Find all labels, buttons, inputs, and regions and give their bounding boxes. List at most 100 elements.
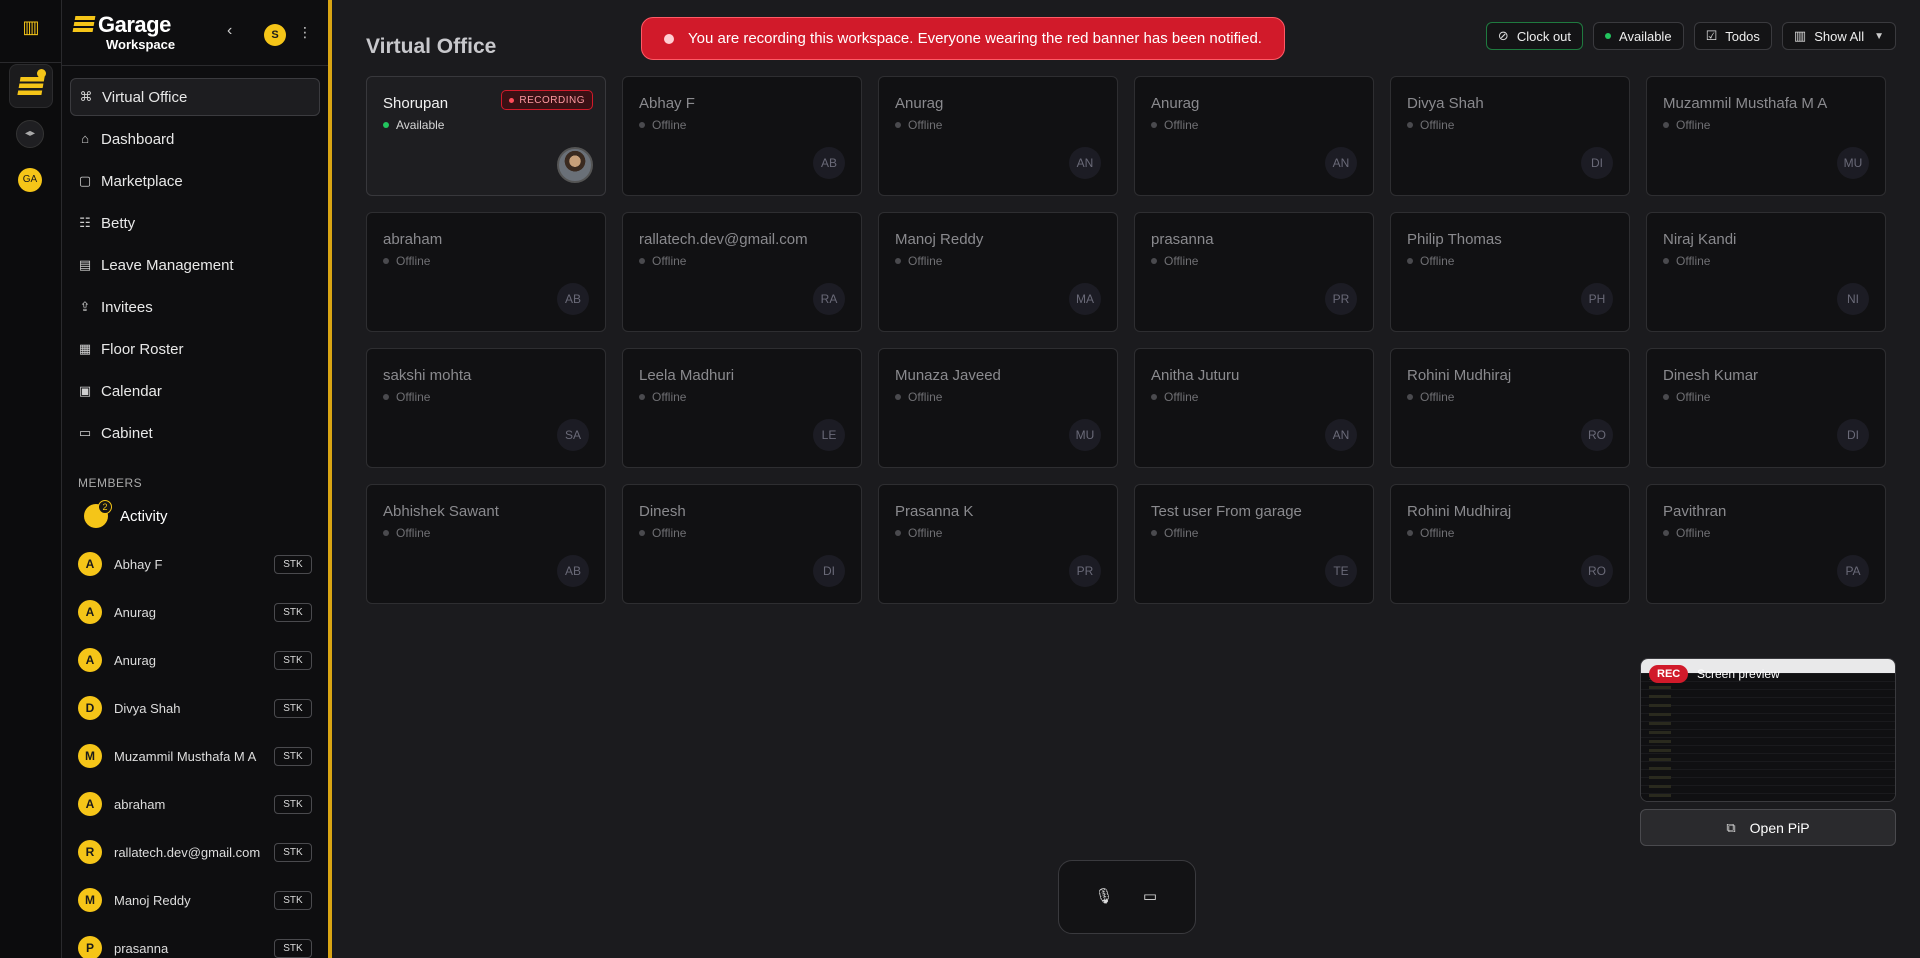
expand-toggle-icon[interactable]: ◂▸ (16, 120, 44, 148)
clock-out-label: Clock out (1516, 28, 1572, 44)
status-dot-icon (383, 258, 389, 264)
status-dot-icon (1663, 122, 1669, 128)
status-dot-icon (1663, 394, 1669, 400)
card-status: Offline (1151, 254, 1198, 268)
member-card[interactable]: Anurag Offline AN (1134, 76, 1374, 196)
member-card[interactable]: Test user From garage Offline TE (1134, 484, 1374, 604)
bot-icon: ☷ (79, 215, 91, 230)
card-status: Offline (1663, 254, 1710, 268)
member-list-item[interactable]: A Anurag STK (62, 588, 328, 636)
member-list-item[interactable]: Rrallatech.dev@gmail.com STK (62, 828, 328, 876)
sidebar-item-floor-roster[interactable]: ▦ Floor Roster (70, 330, 320, 368)
sidebar-item-leave-management[interactable]: ▤ Leave Management (70, 246, 320, 284)
member-card[interactable]: Leela Madhuri Offline LE (622, 348, 862, 468)
member-name: rallatech.dev@gmail.com (114, 844, 261, 860)
member-card[interactable]: rallatech.dev@gmail.com Offline RA (622, 212, 862, 332)
member-card[interactable]: Rohini Mudhiraj Offline RO (1390, 484, 1630, 604)
card-name: Leela Madhuri (639, 367, 735, 384)
member-list-item[interactable]: Aabraham STK (62, 780, 328, 828)
sidebar-item-invitees[interactable]: ⇪ Invitees (70, 288, 320, 326)
member-card[interactable]: Pavithran Offline PA (1646, 484, 1886, 604)
clock-out-button[interactable]: ⊘ Clock out (1485, 22, 1584, 50)
member-card[interactable]: Shorupan Available RECORDING (366, 76, 606, 196)
notification-dot (37, 69, 46, 78)
member-card[interactable]: abraham Offline AB (366, 212, 606, 332)
avatar: A (78, 600, 102, 624)
card-name: Abhishek Sawant (383, 503, 499, 520)
card-initials-avatar: RA (813, 283, 845, 315)
member-card[interactable]: Munaza Javeed Offline MU (878, 348, 1118, 468)
member-list-item[interactable]: M Manoj Reddy STK (62, 876, 328, 924)
preview-title: Screen preview (1697, 667, 1780, 681)
member-card[interactable]: Abhay F Offline AB (622, 76, 862, 196)
screen-preview[interactable]: REC Screen preview (1640, 658, 1896, 802)
building-icon: ▦ (78, 341, 92, 356)
member-card[interactable]: Niraj Kandi Offline NI (1646, 212, 1886, 332)
status-dot-icon (1407, 530, 1413, 536)
media-controls: 🎙 ▭ (1058, 860, 1196, 934)
pip-icon: ⧉ (1726, 819, 1736, 835)
status-dot-icon (1407, 122, 1413, 128)
open-pip-button[interactable]: ⧉ Open PiP (1640, 809, 1896, 846)
status-dot-icon (1151, 394, 1157, 400)
card-name: Philip Thomas (1407, 231, 1502, 248)
member-list-item[interactable]: A Anurag STK (62, 636, 328, 684)
card-status-label: Offline (908, 254, 943, 268)
avatar: A (78, 792, 102, 816)
sidebar-item-marketplace[interactable]: ▢ Marketplace (70, 162, 320, 200)
member-card[interactable]: Abhishek Sawant Offline AB (366, 484, 606, 604)
member-name: Anurag (114, 652, 156, 668)
recording-dot-icon (664, 33, 674, 44)
garage-logo-icon (72, 16, 96, 32)
workspace-switcher[interactable] (9, 64, 53, 108)
sidebar-item-betty[interactable]: ☷ Betty (70, 204, 320, 242)
video-camera-icon[interactable]: ▭ (1136, 883, 1164, 911)
card-initials-avatar: PR (1069, 555, 1101, 587)
member-card[interactable]: Philip Thomas Offline PH (1390, 212, 1630, 332)
activity-item[interactable]: 2 Activity (62, 490, 328, 528)
member-card[interactable]: Manoj Reddy Offline MA (878, 212, 1118, 332)
sidebar-item-dashboard[interactable]: ⌂ Dashboard (70, 120, 320, 158)
main-area: Virtual Office You are recording this wo… (336, 0, 1920, 958)
sidebar-item-virtual-office[interactable]: ⌘ Virtual Office (70, 78, 320, 116)
availability-button[interactable]: Available (1593, 22, 1684, 50)
avatar: M (78, 744, 102, 768)
member-card[interactable]: Muzammil Musthafa M A Offline MU (1646, 76, 1886, 196)
member-list-item[interactable]: A Abhay F STK (62, 540, 328, 588)
member-card[interactable]: Dinesh Kumar Offline DI (1646, 348, 1886, 468)
member-card[interactable]: Dinesh Offline DI (622, 484, 862, 604)
card-name: Manoj Reddy (895, 231, 984, 248)
status-dot-icon (639, 258, 645, 264)
member-list-item[interactable]: M Muzammil Musthafa M A STK (62, 732, 328, 780)
status-dot-icon (639, 122, 645, 128)
member-tag-badge: STK (274, 938, 312, 958)
sidebar-item-cabinet[interactable]: ▭ Cabinet (70, 414, 320, 452)
recording-banner-text: You are recording this workspace. Everyo… (688, 30, 1262, 47)
show-all-dropdown[interactable]: ▥ Show All ▼ (1781, 22, 1896, 50)
workspace-avatar[interactable]: GA (18, 168, 42, 192)
card-status: Offline (895, 526, 942, 540)
member-card[interactable]: Rohini Mudhiraj Offline RO (1390, 348, 1630, 468)
member-card[interactable]: sakshi mohta Offline SA (366, 348, 606, 468)
member-card[interactable]: prasanna Offline PR (1134, 212, 1374, 332)
member-card[interactable]: Anurag Offline AN (878, 76, 1118, 196)
top-toolbar: ⊘ Clock out Available ☑ Todos ▥ Show All… (1485, 22, 1896, 50)
card-initials-avatar: DI (813, 555, 845, 587)
member-list-item[interactable]: Pprasanna STK (62, 924, 328, 958)
home-icon: ⌂ (81, 131, 89, 146)
card-name: Anurag (1151, 95, 1200, 112)
sidebar-item-calendar[interactable]: ▣ Calendar (70, 372, 320, 410)
card-name: Niraj Kandi (1663, 231, 1737, 248)
member-card[interactable]: Anitha Juturu Offline AN (1134, 348, 1374, 468)
todos-button[interactable]: ☑ Todos (1693, 22, 1772, 50)
microphone-icon[interactable]: 🎙 (1090, 883, 1118, 911)
member-list-item[interactable]: D Divya Shah STK (62, 684, 328, 732)
member-card[interactable]: Divya Shah Offline DI (1390, 76, 1630, 196)
status-dot-icon (1151, 530, 1157, 536)
sidebar-item-label: Floor Roster (101, 340, 184, 358)
user-avatar[interactable]: S (264, 24, 286, 46)
chevron-left-icon[interactable]: ‹ (227, 22, 232, 40)
building-icon[interactable]: ▥ (20, 16, 42, 38)
more-menu-icon[interactable]: ⋮ (298, 24, 312, 41)
member-card[interactable]: Prasanna K Offline PR (878, 484, 1118, 604)
